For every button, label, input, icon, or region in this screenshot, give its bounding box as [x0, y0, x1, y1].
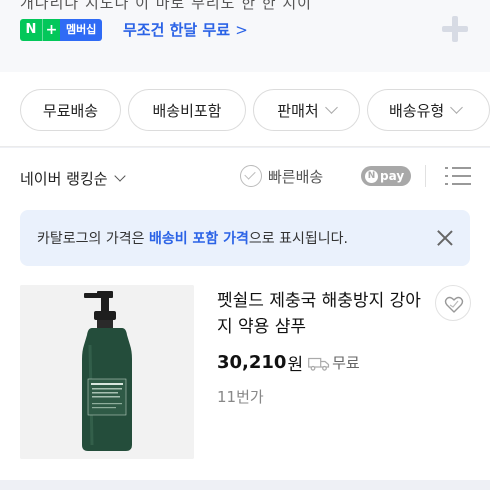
- npay-membership-badge: N + 멤버십: [20, 19, 103, 41]
- sort-bar: 네이버 랭킹순 빠른배송 N pay: [0, 148, 490, 210]
- list-view-icon[interactable]: [445, 165, 471, 187]
- sort-label: 네이버 랭킹순: [20, 170, 108, 188]
- sort-dropdown[interactable]: 네이버 랭킹순: [20, 168, 126, 189]
- notice-text-before: 카탈로그의 가격은: [37, 231, 149, 247]
- filter-label: 무료배송: [42, 101, 99, 120]
- product-name[interactable]: 펫쉴드 제충국 해충방지 강아지 약용 샴푸: [217, 288, 427, 340]
- free-month-link[interactable]: 무조건 한달 무료 >: [123, 19, 248, 41]
- npay-n-icon: N: [365, 169, 378, 183]
- price-currency: 원: [287, 355, 304, 375]
- filter-label: 배송유형: [389, 101, 445, 120]
- fast-delivery-label[interactable]: 빠른배송: [268, 166, 323, 187]
- product-price: 30,210: [217, 352, 287, 373]
- close-icon[interactable]: [435, 228, 455, 248]
- chevron-right-icon: >: [235, 21, 248, 39]
- filter-label: 판매처: [277, 101, 319, 120]
- chevron-down-icon: [450, 101, 464, 114]
- bottom-spacer: [0, 480, 490, 490]
- promo-cut-text: 개나리나 지도나 이 마로 무리도 한 한 지이: [20, 0, 312, 12]
- catalog-price-notice: 카탈로그의 가격은 배송비 포함 가격으로 표시됩니다.: [20, 210, 470, 266]
- plus-decor-icon: [442, 16, 468, 42]
- filter-seller[interactable]: 판매처: [253, 89, 360, 131]
- notice-text: 카탈로그의 가격은 배송비 포함 가격으로 표시됩니다.: [37, 228, 348, 248]
- seller-count[interactable]: 11번가: [217, 386, 264, 407]
- fast-delivery-checkbox[interactable]: [240, 165, 262, 187]
- shipping-label: 무료: [332, 354, 360, 372]
- npay-filter-toggle[interactable]: N pay: [361, 166, 411, 186]
- chevron-down-icon: [113, 170, 126, 182]
- filter-label: 배송비포함: [152, 101, 222, 120]
- filter-free-shipping[interactable]: 무료배송: [20, 89, 121, 131]
- notice-text-after: 으로 표시됩니다.: [248, 231, 348, 247]
- filter-shipping-included[interactable]: 배송비포함: [128, 89, 246, 131]
- membership-promo: 개나리나 지도나 이 마로 무리도 한 한 지이 N + 멤버십 무조건 한달 …: [0, 0, 490, 72]
- wishlist-button[interactable]: [435, 285, 471, 321]
- npay-n-icon: N: [20, 19, 42, 41]
- member-label: 멤버십: [60, 19, 103, 41]
- heart-icon: [444, 296, 464, 313]
- shampoo-bottle-image: [20, 285, 194, 459]
- npay-text: pay: [380, 169, 405, 183]
- filter-shipping-type[interactable]: 배송유형: [367, 89, 490, 131]
- plus-icon: +: [42, 19, 60, 41]
- divider: [425, 165, 426, 187]
- product-card[interactable]: 펫쉴드 제충국 해충방지 강아지 약용 샴푸 30,210 원 무료 11번가: [0, 268, 490, 480]
- catalog-notice-section: 카탈로그의 가격은 배송비 포함 가격으로 표시됩니다.: [0, 210, 490, 268]
- chevron-down-icon: [324, 101, 338, 114]
- delivery-truck-icon: [308, 357, 330, 371]
- filter-chip-bar: 무료배송 배송비포함 판매처 배송유형: [0, 72, 490, 147]
- price-row: 30,210 원 무료: [217, 350, 360, 375]
- free-month-link-text: 무조건 한달 무료: [123, 21, 231, 39]
- notice-highlight: 배송비 포함 가격: [148, 231, 249, 247]
- product-image[interactable]: [20, 285, 194, 459]
